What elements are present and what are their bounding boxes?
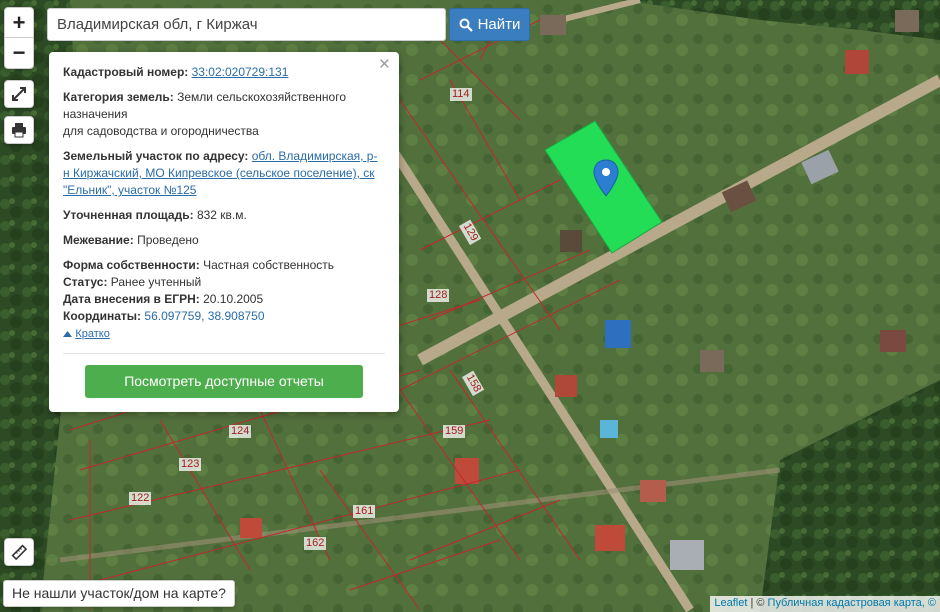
search-button-label: Найти: [477, 16, 521, 33]
caret-up-icon: [63, 331, 72, 337]
survey-value: Проведено: [137, 233, 199, 247]
parcel-info-popup: × Кадастровый номер: 33:02:020729:131 Ка…: [49, 52, 399, 412]
egrn-value: 20.10.2005: [203, 292, 264, 306]
plot-label: 114: [450, 88, 472, 101]
ownership-value: Частная собственность: [203, 258, 335, 272]
leaflet-link[interactable]: Leaflet: [714, 597, 747, 609]
area-value: 832 кв.м.: [196, 208, 247, 222]
plot-label: 122: [129, 492, 152, 505]
coordinates-label: Координаты:: [63, 309, 142, 323]
search-input[interactable]: [47, 8, 446, 41]
plot-label: 123: [179, 458, 202, 471]
survey-label: Межевание:: [63, 233, 134, 247]
category-label: Категория земель:: [63, 90, 174, 104]
category-value: Земли сельскохозяйственного: [177, 90, 347, 104]
divider: [63, 353, 385, 354]
status-value: Ранее учтенный: [110, 275, 202, 289]
expand-icon: [12, 87, 26, 101]
coordinates-row: Координаты: 56.097759, 38.908750: [63, 308, 385, 325]
attribution-separator: | ©: [747, 597, 768, 609]
plot-label: 128: [427, 289, 450, 302]
close-icon[interactable]: ×: [379, 55, 390, 74]
category-value: для садоводства и огородничества: [63, 124, 259, 138]
plot-label: 162: [304, 537, 327, 550]
source-link[interactable]: Публичная кадастровая карта, ©: [768, 597, 936, 609]
ownership-row: Форма собственности: Частная собственнос…: [63, 257, 385, 274]
details-toggle[interactable]: Кратко: [63, 325, 385, 343]
cadastral-label: Кадастровый номер:: [63, 65, 189, 79]
coordinates-value: 56.097759, 38.908750: [144, 309, 265, 323]
fullscreen-button[interactable]: [4, 80, 34, 108]
category-value: назначения: [63, 107, 128, 121]
details-toggle-label: Кратко: [75, 328, 110, 340]
address-row: Земельный участок по адресу: обл. Владим…: [63, 148, 385, 199]
plot-label: 161: [353, 505, 376, 518]
plot-label: 159: [443, 425, 466, 438]
zoom-in-button[interactable]: +: [5, 8, 33, 38]
area-row: Уточненная площадь: 832 кв.м.: [63, 207, 385, 224]
ruler-icon: [11, 544, 27, 560]
address-label: Земельный участок по адресу:: [63, 149, 249, 163]
land-category-row: Категория земель: Земли сельскохозяйстве…: [63, 89, 385, 140]
ownership-label: Форма собственности:: [63, 258, 200, 272]
status-row: Статус: Ранее учтенный: [63, 274, 385, 291]
measure-button[interactable]: [4, 538, 34, 566]
egrn-label: Дата внесения в ЕГРН:: [63, 292, 200, 306]
address-link[interactable]: "Ельник", участок №125: [63, 183, 196, 197]
status-label: Статус:: [63, 275, 108, 289]
cadastral-number-link[interactable]: 33:02:020729:131: [192, 65, 289, 79]
area-label: Уточненная площадь:: [63, 208, 194, 222]
view-reports-button[interactable]: Посмотреть доступные отчеты: [85, 365, 363, 398]
address-link[interactable]: н Киржачский, МО Кипревское (сельское по…: [63, 166, 374, 180]
zoom-control: + −: [4, 7, 34, 69]
printer-icon: [12, 123, 26, 138]
not-found-button[interactable]: Не нашли участок/дом на карте?: [3, 580, 235, 607]
address-link[interactable]: обл. Владимирская, р-: [252, 149, 378, 163]
search-icon: [459, 18, 473, 32]
zoom-out-button[interactable]: −: [5, 38, 33, 68]
egrn-date-row: Дата внесения в ЕГРН: 20.10.2005: [63, 291, 385, 308]
cadastral-number-row: Кадастровый номер: 33:02:020729:131: [63, 64, 385, 81]
survey-row: Межевание: Проведено: [63, 232, 385, 249]
print-button[interactable]: [4, 116, 34, 144]
plot-label: 124: [229, 425, 252, 438]
map-attribution: Leaflet | © Публичная кадастровая карта,…: [710, 596, 940, 612]
search-button[interactable]: Найти: [449, 8, 530, 41]
